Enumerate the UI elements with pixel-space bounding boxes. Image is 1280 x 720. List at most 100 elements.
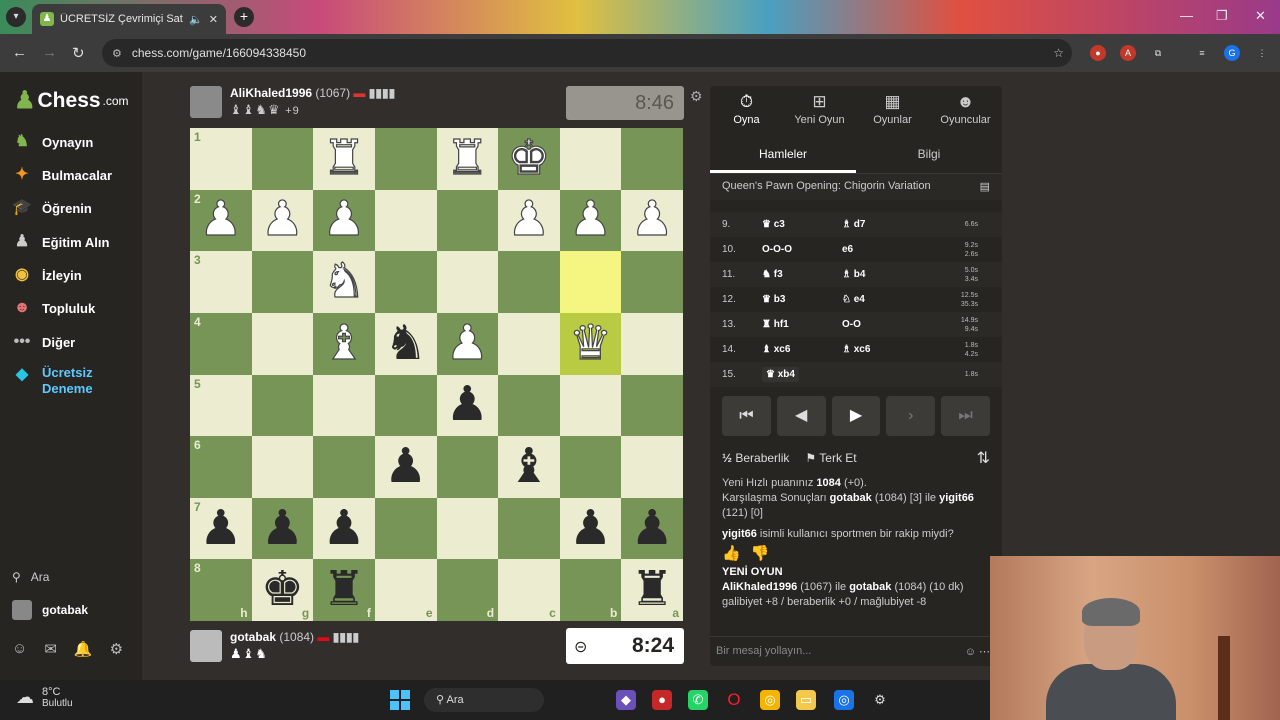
chess-com-logo[interactable]: ♟ Chess .com [14,86,129,115]
player-avatar[interactable] [190,630,222,662]
black-move[interactable]: ♗ d7 [842,219,922,230]
chat-username[interactable]: gotabak [849,581,891,593]
thumbs-up-icon[interactable]: 👍 [722,545,751,562]
square-g6[interactable] [251,436,314,498]
white-pawn-icon[interactable]: ♟ [568,195,612,244]
square-a2[interactable]: ♟ [621,189,683,252]
next-move-button[interactable]: ▶ [831,396,881,436]
square-b7[interactable]: ♟ [559,497,622,560]
settings-app-icon[interactable]: ⚙ [870,690,890,710]
tab-players[interactable]: ☻ Oyuncular [929,86,1002,134]
black-knight-icon[interactable]: ♞ [384,319,427,368]
square-d6[interactable] [436,436,499,498]
square-f2[interactable]: ♟ [313,189,375,252]
square-c7[interactable] [498,497,560,560]
square-e3[interactable] [374,251,437,313]
square-g4[interactable] [251,312,314,375]
tab-games[interactable]: ▦ Oyunlar [856,86,929,134]
chat-username[interactable]: AliKhaled1996 [722,581,797,593]
black-bishop-icon[interactable]: ♝ [507,442,550,491]
square-c6[interactable]: ♝ [498,436,560,498]
square-d1[interactable]: ♜ [436,128,499,190]
subtab-moves[interactable]: Hamleler [710,134,856,173]
square-e6[interactable]: ♟ [374,436,437,498]
white-pawn-icon[interactable]: ♟ [507,195,551,244]
square-d3[interactable] [436,251,499,313]
subtab-info[interactable]: Bilgi [856,134,1002,173]
chess-board[interactable]: 1 ♜ ♜ ♚ 2 ♟ ♟ ♟ ♟ ♟ ♟ 3 ♞ 4 ♝ ♞ ♟ ♛ 5 ♟ 6 ♟ ♝ 7 ♟ ♟ ♟ ♟ ♟ 8 h g ♚ f ♜ e d c b a… [190,128,683,621]
square-f3[interactable]: ♞ [313,251,375,313]
square-b1[interactable] [559,128,622,190]
chat-username[interactable]: gotabak [830,492,872,504]
tab-search-icon[interactable]: ▾ [6,7,26,27]
square-b6[interactable] [559,436,622,498]
opera-icon[interactable]: O [724,690,744,710]
file-explorer-icon[interactable]: ▭ [796,690,816,710]
white-move[interactable]: ♝ xc6 [762,344,842,355]
forward-icon[interactable]: → [42,44,57,61]
square-a4[interactable] [621,312,683,375]
square-f5[interactable] [313,374,375,437]
square-a5[interactable] [621,374,683,437]
app-icon[interactable]: ● [652,690,672,710]
friends-icon[interactable]: ☺ [12,640,27,658]
white-pawn-icon[interactable]: ♟ [445,319,489,368]
white-queen-icon[interactable]: ♛ [568,319,612,368]
address-bar[interactable]: ⚙ chess.com/game/166094338450 ☆ [102,39,1072,67]
black-pawn-icon[interactable]: ♟ [199,504,242,553]
square-b5[interactable] [559,374,622,437]
white-pawn-icon[interactable]: ♟ [630,195,674,244]
square-h6[interactable]: 6 [190,436,252,498]
square-e7[interactable] [374,497,437,560]
windows-start-icon[interactable] [390,690,410,710]
sidebar-profile[interactable]: gotabak [12,600,88,620]
square-e4[interactable]: ♞ [374,312,437,375]
square-e8[interactable]: e [374,559,437,621]
black-move[interactable]: ♘ e4 [842,294,922,305]
restore-icon[interactable]: ❐ [1216,8,1228,24]
square-a1[interactable] [621,128,683,190]
previous-move-button[interactable]: ◀ [776,396,826,436]
chrome-icon[interactable]: ◎ [760,690,780,710]
square-c3[interactable] [498,251,560,313]
white-pawn-icon[interactable]: ♟ [322,195,366,244]
square-e5[interactable] [374,374,437,437]
square-a3[interactable] [621,251,683,313]
square-a8[interactable]: a ♜ [621,559,683,621]
square-e2[interactable] [374,189,437,252]
black-rook-icon[interactable]: ♜ [631,566,674,614]
extensions-puzzle-icon[interactable]: ⧉ [1150,45,1166,61]
square-d2[interactable] [436,189,499,252]
back-icon[interactable]: ← [12,44,27,61]
tab-new-game[interactable]: ⊞ Yeni Oyun [783,86,856,134]
square-g1[interactable] [251,128,314,190]
square-b2[interactable]: ♟ [559,189,622,252]
extension-icon[interactable]: ● [1090,45,1106,61]
site-info-icon[interactable]: ⚙ [112,47,122,60]
sidebar-item-play[interactable]: ♞ Oynayın [12,132,93,152]
tab-play[interactable]: ⏱ Oyna [710,86,783,134]
white-pawn-icon[interactable]: ♟ [199,195,243,244]
square-a7[interactable]: ♟ [621,497,683,560]
square-c8[interactable]: c [498,559,560,621]
white-move[interactable]: ♛ c3 [762,219,842,230]
chat-username[interactable]: yigit66 [722,528,757,540]
square-h7[interactable]: 7 ♟ [190,497,252,560]
square-d7[interactable] [436,497,499,560]
square-h2[interactable]: 2 ♟ [190,189,252,252]
black-move[interactable]: ♗ xc6 [842,344,922,355]
white-bishop-icon[interactable]: ♝ [322,319,366,368]
black-pawn-icon[interactable]: ♟ [261,504,304,553]
settings-gear-icon[interactable]: ⚙ [110,640,123,658]
opponent-name[interactable]: AliKhaled1996 [230,86,312,100]
square-e1[interactable] [374,128,437,190]
square-h8[interactable]: 8h [190,559,252,621]
black-pawn-icon[interactable]: ♟ [631,504,674,553]
sidebar-item-train[interactable]: ♟ Eğitim Alın [12,232,110,252]
black-pawn-icon[interactable]: ♟ [569,504,612,553]
square-c1[interactable]: ♚ [498,128,560,190]
square-f8[interactable]: f ♜ [313,559,375,621]
square-d4[interactable]: ♟ [436,312,499,375]
square-h5[interactable]: 5 [190,374,252,437]
sidebar-item-community[interactable]: ☻ Topluluk [12,298,96,318]
